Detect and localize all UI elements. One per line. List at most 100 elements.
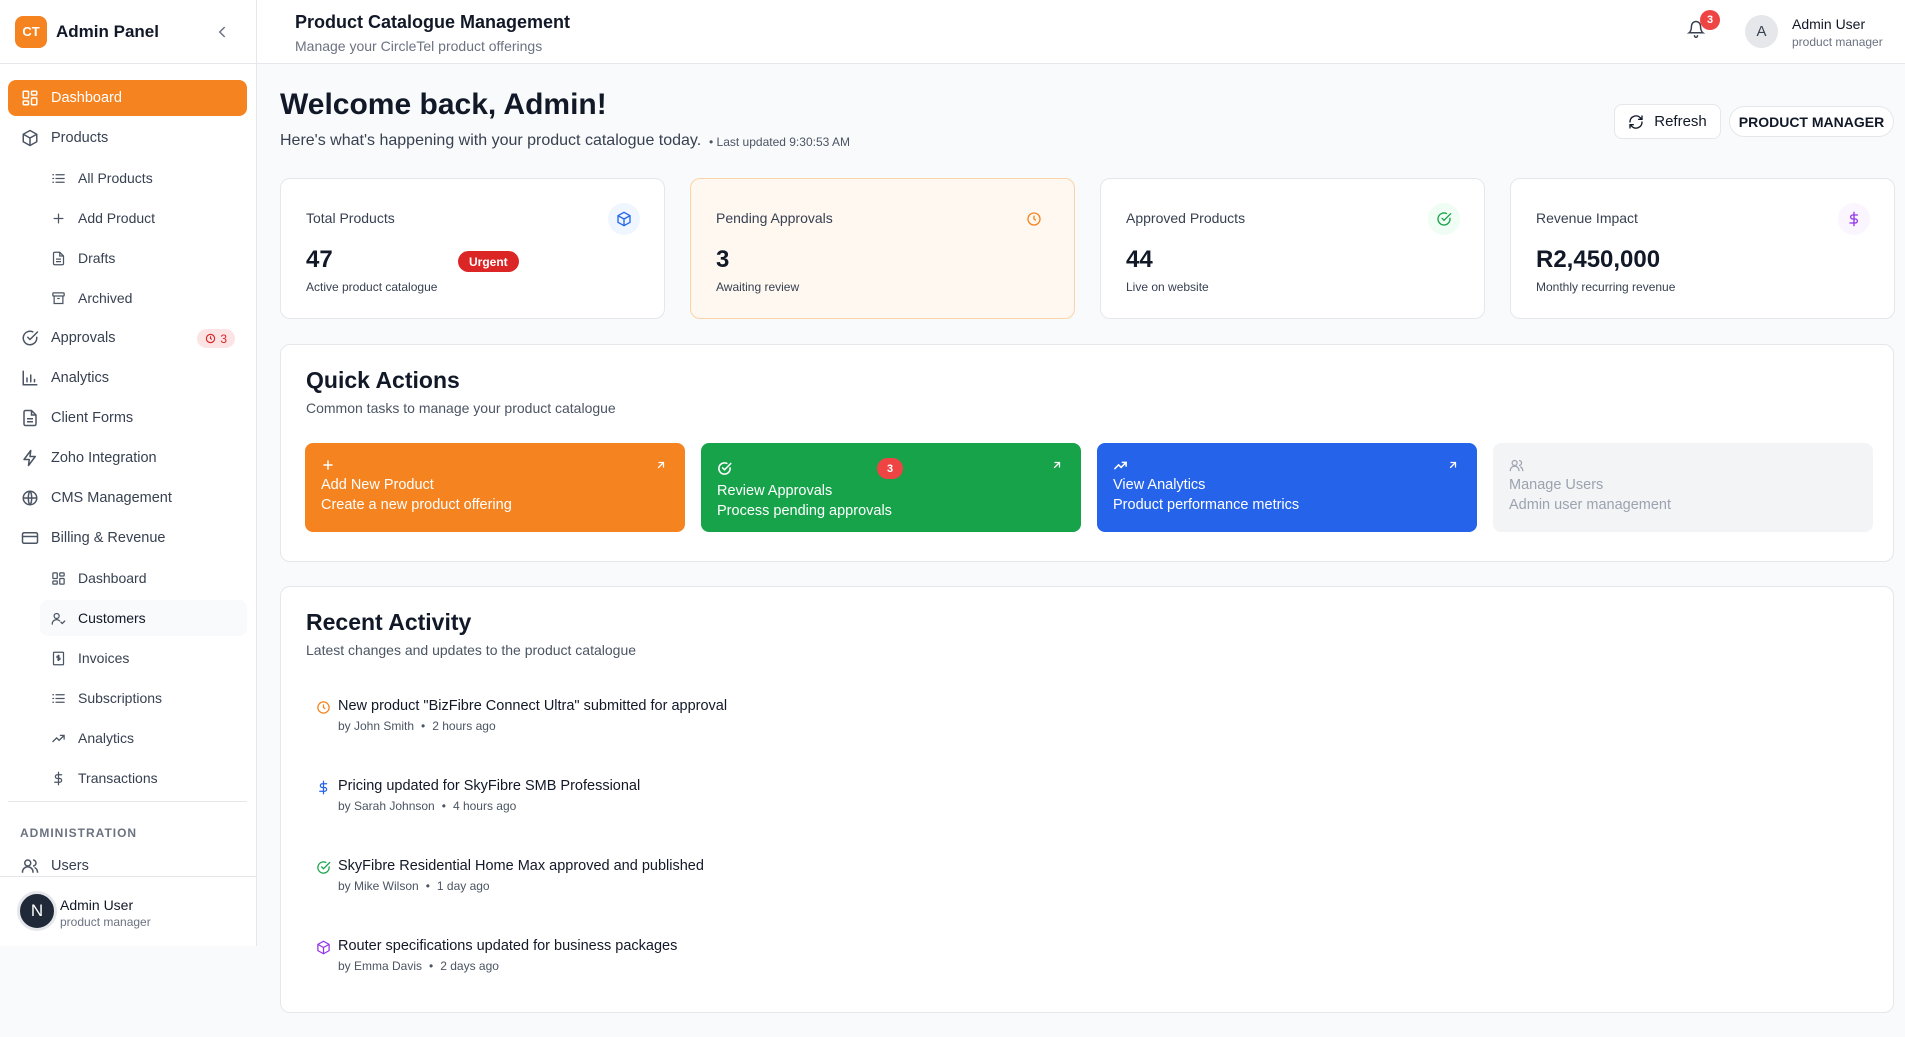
dashboard-icon (20, 88, 40, 108)
quick-actions-card: Quick Actions Common tasks to manage you… (280, 344, 1894, 562)
package-icon (317, 940, 330, 955)
sidebar-item-zoho-integration[interactable]: Zoho Integration (8, 440, 247, 476)
sidebar-item-analytics[interactable]: Analytics (8, 360, 247, 396)
action-description: Process pending approvals (717, 503, 892, 519)
refresh-button[interactable]: Refresh (1614, 104, 1721, 139)
stat-description: Awaiting review (716, 280, 800, 294)
view-analytics-button[interactable]: View Analytics Product performance metri… (1097, 443, 1477, 532)
sidebar-item-cms-management[interactable]: CMS Management (8, 480, 247, 516)
sidebar-item-label: Billing & Revenue (51, 530, 166, 546)
sidebar-item-billing-analytics[interactable]: Analytics (40, 720, 247, 756)
chevron-left-icon (218, 26, 225, 37)
action-title: Manage Users (1509, 477, 1604, 493)
sidebar-item-drafts[interactable]: Drafts (40, 240, 247, 276)
check-circle-icon (317, 861, 331, 874)
stat-card-pending-approvals: Pending Approvals 3 Awaiting review (690, 178, 1075, 319)
stat-card-revenue-impact: Revenue Impact R2,450,000 Monthly recurr… (1510, 178, 1895, 319)
stat-value: 3 (716, 246, 730, 273)
plus-icon (323, 460, 333, 470)
user-name: Admin User (1792, 16, 1866, 32)
action-description: Create a new product offering (321, 497, 512, 513)
activity-text: New product "BizFibre Connect Ultra" sub… (338, 698, 728, 714)
dollar-icon (1838, 203, 1870, 235)
sidebar-item-billing-revenue[interactable]: Billing & Revenue (8, 520, 247, 556)
collapse-sidebar-button[interactable] (213, 23, 231, 41)
sidebar-item-label: Client Forms (51, 410, 134, 426)
sidebar-divider (8, 801, 247, 802)
dollar-icon (319, 780, 328, 795)
arrow-up-right-icon (657, 461, 665, 469)
sidebar-user-profile[interactable]: N Admin User product manager (0, 876, 257, 946)
archive-icon (50, 290, 66, 306)
action-title: Add New Product (321, 477, 434, 493)
card-subtitle: Latest changes and updates to the produc… (306, 642, 637, 658)
sidebar-item-invoices[interactable]: Invoices (40, 640, 247, 676)
sidebar-item-label: CMS Management (51, 490, 172, 506)
file-text-icon (50, 250, 66, 266)
activity-meta: by Emma Davis • 2 days ago (338, 959, 499, 973)
sidebar-item-products[interactable]: Products (8, 120, 247, 156)
card-subtitle: Common tasks to manage your product cata… (306, 400, 616, 416)
sidebar-item-label: Invoices (78, 650, 130, 666)
user-name: Admin User (60, 897, 134, 913)
action-description: Admin user management (1509, 497, 1671, 513)
review-approvals-button[interactable]: 3 Review Approvals Process pending appro… (701, 443, 1081, 532)
stat-label: Pending Approvals (716, 210, 833, 226)
sidebar-item-dashboard[interactable]: Dashboard (8, 80, 247, 116)
activity-text: Pricing updated for SkyFibre SMB Profess… (338, 778, 641, 794)
sidebar-item-label: Users (51, 858, 89, 874)
sidebar-item-subscriptions[interactable]: Subscriptions (40, 680, 247, 716)
sidebar-item-transactions[interactable]: Transactions (40, 760, 247, 796)
stat-label: Revenue Impact (1536, 210, 1638, 226)
globe-icon (20, 488, 40, 508)
receipt-icon (50, 650, 66, 666)
role-badge: PRODUCT MANAGER (1729, 106, 1894, 137)
manage-users-button: Manage Users Admin user management (1493, 443, 1873, 532)
activity-text: SkyFibre Residential Home Max approved a… (338, 858, 704, 874)
check-circle-icon (718, 462, 732, 475)
arrow-up-right-icon (1449, 461, 1457, 469)
users-icon (20, 856, 40, 876)
plus-icon (50, 210, 66, 226)
page-title: Product Catalogue Management (295, 12, 571, 32)
activity-text: Router specifications updated for busine… (338, 938, 678, 954)
stat-description: Monthly recurring revenue (1536, 280, 1676, 294)
sidebar-item-client-forms[interactable]: Client Forms (8, 400, 247, 436)
activity-meta: by Mike Wilson • 1 day ago (338, 879, 490, 893)
sidebar-item-archived[interactable]: Archived (40, 280, 247, 316)
approvals-count-badge: 3 (877, 458, 903, 479)
sidebar-item-label: Dashboard (78, 570, 147, 586)
sidebar-item-label: Customers (78, 610, 146, 626)
avatar[interactable]: A (1745, 15, 1778, 48)
clock-icon (317, 701, 330, 714)
avatar: N (17, 891, 57, 931)
user-role: product manager (1792, 35, 1883, 49)
sidebar-item-label: Dashboard (51, 90, 122, 106)
stat-label: Approved Products (1126, 210, 1246, 226)
sidebar-item-label: Analytics (51, 370, 110, 386)
sidebar-item-all-products[interactable]: All Products (40, 160, 247, 196)
action-title: Review Approvals (717, 483, 833, 499)
clock-icon (206, 333, 216, 344)
brand-logo: CT (15, 15, 47, 48)
stat-value: 47 (306, 246, 333, 273)
sidebar-item-label: Approvals (51, 330, 116, 346)
sidebar-item-label: Subscriptions (78, 690, 163, 706)
sidebar-item-approvals[interactable]: Approvals 3 (8, 320, 247, 356)
approvals-count-badge: 3 (197, 329, 235, 348)
sidebar-item-billing-dashboard[interactable]: Dashboard (40, 560, 247, 596)
sidebar-item-label: Products (51, 130, 109, 146)
notification-count-badge: 3 (1700, 10, 1720, 30)
add-new-product-button[interactable]: Add New Product Create a new product off… (305, 443, 685, 532)
user-check-icon (50, 610, 66, 626)
sidebar-item-add-product[interactable]: Add Product (40, 200, 247, 236)
check-circle-icon (20, 328, 40, 348)
stat-card-total-products: Total Products 47 Active product catalog… (280, 178, 665, 319)
user-role: product manager (60, 915, 151, 929)
card-title: Recent Activity (306, 609, 472, 635)
sidebar-item-customers[interactable]: Customers (40, 600, 247, 636)
sidebar-item-label: Drafts (78, 250, 116, 266)
zap-icon (20, 448, 40, 468)
urgent-badge: Urgent (458, 251, 519, 272)
trending-up-icon (50, 730, 66, 746)
